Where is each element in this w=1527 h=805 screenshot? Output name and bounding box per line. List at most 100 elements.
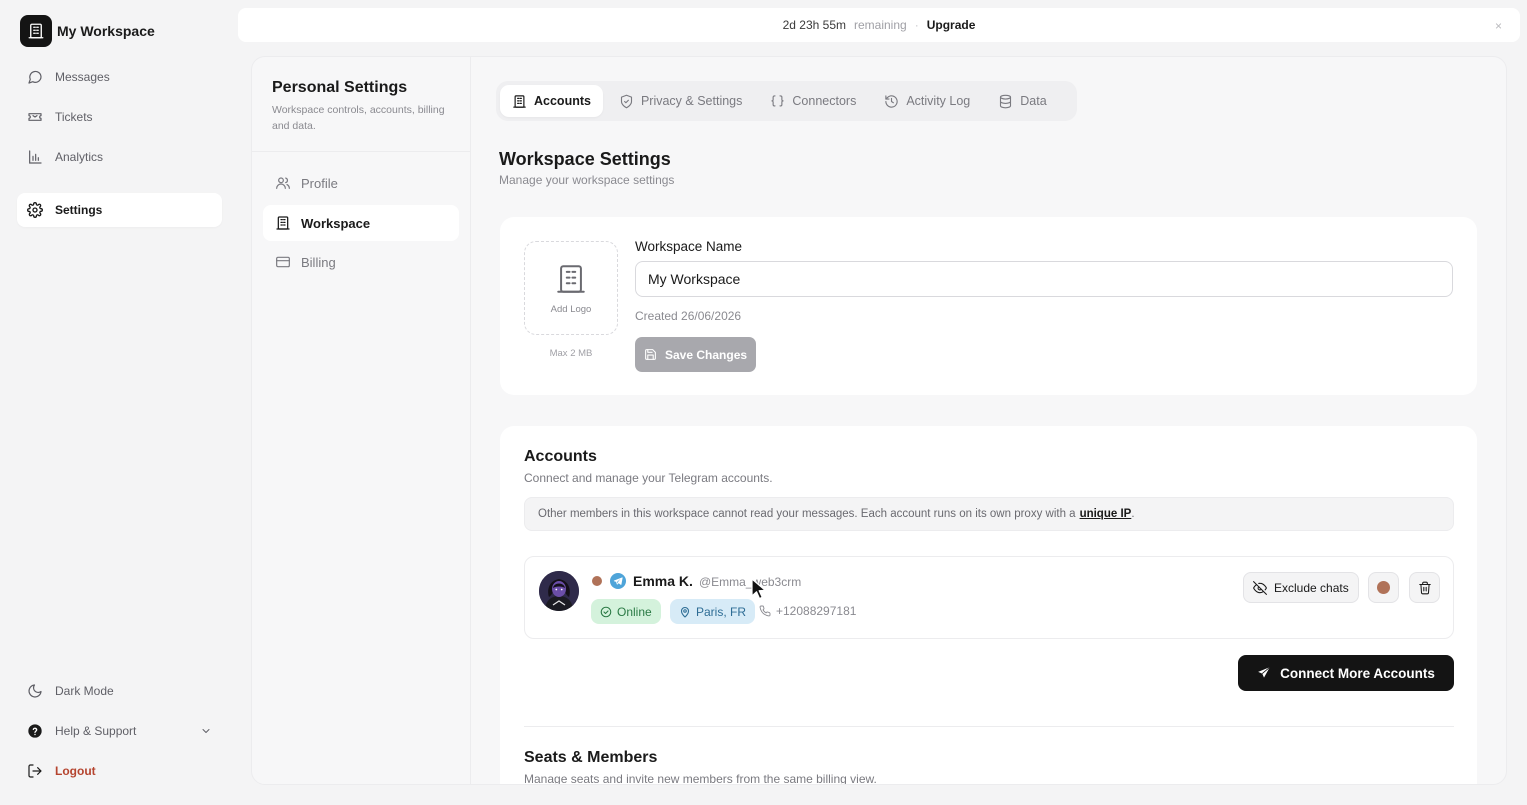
workspace-card: Add Logo Max 2 MB Workspace Name Created… [500,217,1477,395]
subnav-item-label: Profile [301,175,338,191]
save-icon [644,348,657,361]
delete-account-button[interactable] [1409,572,1440,603]
seats-description: Manage seats and invite new members from… [524,772,877,785]
workspace-name-input[interactable] [635,261,1453,297]
sidebar-item-messages[interactable]: Messages [17,60,222,94]
close-icon[interactable]: × [1495,19,1502,33]
banner-separator: · [914,18,919,32]
subnav-item-workspace[interactable]: Workspace [263,205,459,241]
bar-chart-icon [27,149,43,165]
settings-subnav: Personal Settings Workspace controls, ac… [252,57,471,784]
workspace-brand[interactable]: My Workspace [20,15,155,47]
tab-label: Data [1020,94,1047,108]
settings-content: Accounts Privacy & Settings Connectors A… [471,57,1506,784]
privacy-notice-text: Other members in this workspace cannot r… [538,508,1076,520]
account-row: Emma K. @Emma_web3crm Online Paris, FR +… [524,556,1454,639]
subnav-item-label: Billing [301,254,336,270]
color-swatch [1377,581,1390,594]
status-badge: Online [591,599,661,624]
add-logo-dropzone[interactable]: Add Logo [524,241,618,335]
tab-label: Privacy & Settings [640,94,743,108]
chat-bubble-icon [27,69,43,85]
settings-tabs: Accounts Privacy & Settings Connectors A… [496,81,1077,121]
accounts-description: Connect and manage your Telegram account… [524,471,773,485]
subnav-item-profile[interactable]: Profile [263,165,459,201]
location-label: Paris, FR [696,604,747,619]
sidebar-item-label: Logout [55,764,96,778]
sidebar-item-label: Tickets [55,110,93,124]
privacy-notice-end: . [1131,508,1135,520]
sidebar-item-label: Analytics [55,150,104,164]
accounts-card: Accounts Connect and manage your Telegra… [500,426,1477,785]
moon-icon [27,683,43,699]
workspace-name: My Workspace [57,23,155,39]
exclude-chats-button[interactable]: Exclude chats [1243,572,1359,603]
tab-data[interactable]: Data [986,85,1058,117]
connect-more-accounts-button[interactable]: Connect More Accounts [1238,655,1454,691]
credit-card-icon [275,254,291,270]
subnav-header: Personal Settings Workspace controls, ac… [252,57,470,152]
account-phone: +12088297181 [759,604,856,618]
tab-label: Accounts [534,94,591,108]
logout-icon [27,763,43,779]
section-divider [524,726,1454,727]
subnav-item-billing[interactable]: Billing [263,244,459,280]
help-support-menu[interactable]: Help & Support [17,714,222,748]
trial-time-left: 2d 23h 55m [782,18,846,32]
logout-button[interactable]: Logout [17,754,222,788]
users-icon [275,175,291,191]
accounts-title: Accounts [524,448,597,465]
workspace-name-label: Workspace Name [635,239,743,254]
chevron-down-icon [200,725,212,737]
trial-remaining-label: remaining [854,18,907,32]
tab-activity-log[interactable]: Activity Log [872,85,982,117]
seats-title: Seats & Members [524,749,658,766]
building-icon [20,15,52,47]
sidebar: My Workspace Messages Tickets Analytics … [0,0,238,805]
building-icon [554,262,588,296]
sidebar-item-label: Dark Mode [55,684,114,698]
account-color-button[interactable] [1368,572,1399,603]
page-description: Manage your workspace settings [499,173,675,187]
status-label: Online [617,604,652,619]
braces-icon [770,94,785,109]
subnav-item-label: Workspace [301,215,371,231]
trial-banner: 2d 23h 55m remaining · Upgrade × [238,8,1520,42]
avatar [539,571,579,611]
account-name: Emma K. [633,573,693,589]
settings-panel: Personal Settings Workspace controls, ac… [251,56,1507,785]
logo-max-size: Max 2 MB [549,348,593,359]
sidebar-item-label: Messages [55,70,110,84]
subnav-title: Personal Settings [272,79,408,96]
page-title: Workspace Settings [499,149,671,169]
sidebar-item-analytics[interactable]: Analytics [17,140,222,174]
sidebar-item-label: Help & Support [55,724,137,738]
mouse-cursor-icon [751,578,767,600]
unique-ip-link[interactable]: unique IP [1080,508,1132,520]
eye-off-icon [1253,580,1267,595]
building-icon [512,94,527,109]
shield-icon [619,94,634,109]
save-changes-label: Save Changes [665,347,748,362]
telegram-icon [610,573,626,589]
gear-icon [27,202,43,218]
sidebar-item-settings[interactable]: Settings [17,193,222,227]
sidebar-item-label: Settings [55,203,103,217]
history-icon [884,94,899,109]
tab-privacy-settings[interactable]: Privacy & Settings [607,85,754,117]
help-circle-icon [27,723,43,739]
dark-mode-toggle[interactable]: Dark Mode [17,674,222,708]
trash-icon [1418,581,1432,595]
tab-accounts[interactable]: Accounts [500,85,603,117]
upgrade-link[interactable]: Upgrade [927,18,976,32]
database-icon [998,94,1013,109]
sidebar-item-tickets[interactable]: Tickets [17,100,222,134]
location-badge: Paris, FR [670,599,756,624]
add-logo-label: Add Logo [550,303,592,315]
subnav-description: Workspace controls, accounts, billing an… [272,104,445,132]
exclude-chats-label: Exclude chats [1274,580,1349,595]
save-changes-button[interactable]: Save Changes [635,337,757,372]
phone-number: +12088297181 [776,604,857,618]
ticket-icon [27,109,43,125]
tab-connectors[interactable]: Connectors [758,85,868,117]
